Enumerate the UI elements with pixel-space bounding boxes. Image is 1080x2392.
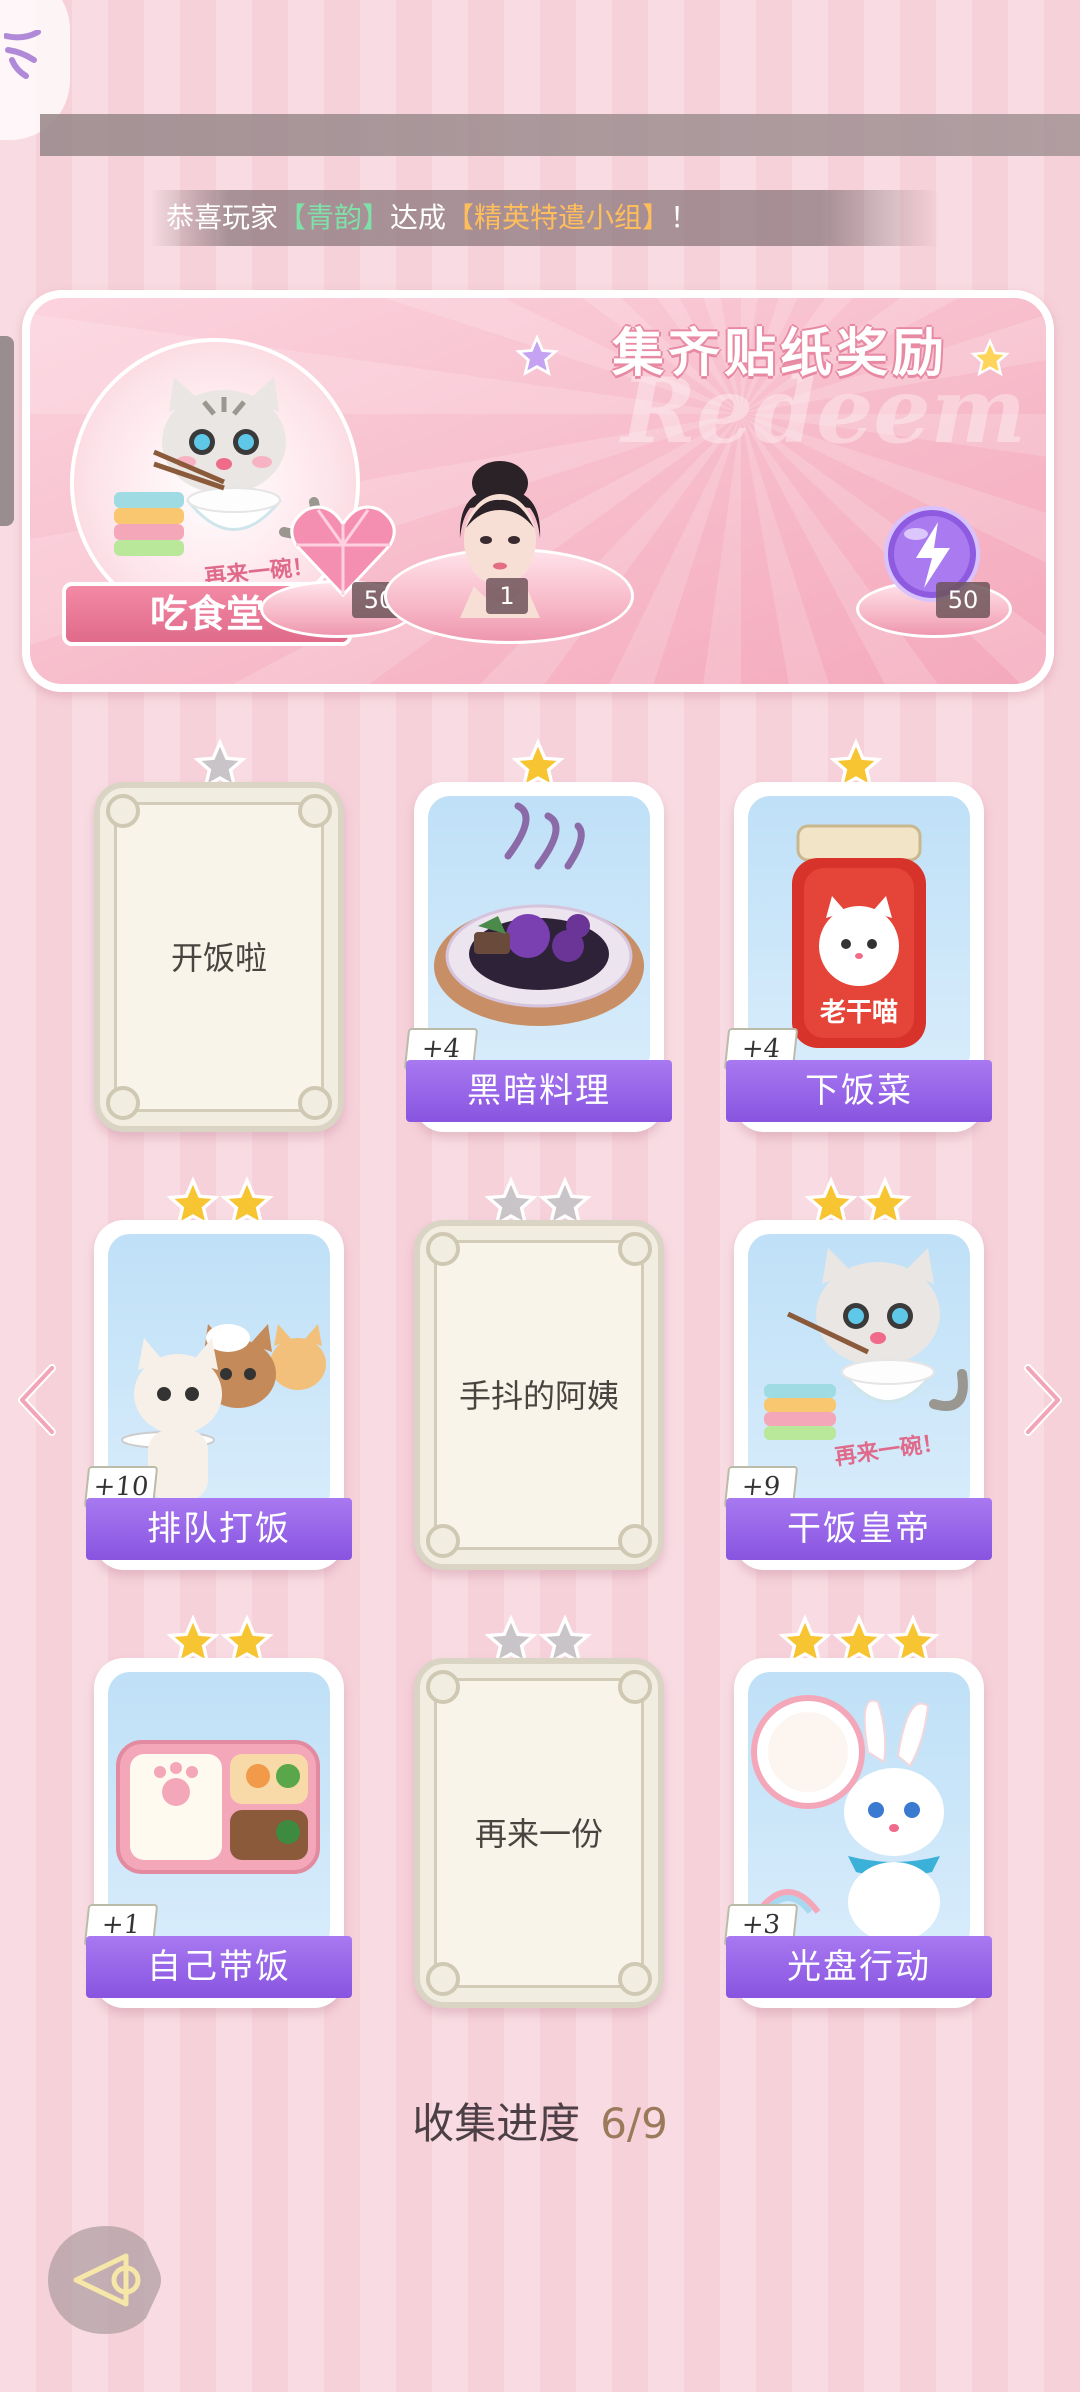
sticker-card-1[interactable]: 开饭啦 xyxy=(94,782,344,1132)
card-name: 手抖的阿姨 xyxy=(458,1377,619,1415)
top-bar xyxy=(40,114,1080,156)
frame-corner xyxy=(618,1962,652,1996)
frame-corner xyxy=(426,1670,460,1704)
sticker-card-4[interactable]: +10 排队打饭 xyxy=(83,1220,352,1570)
frame-corner xyxy=(426,1524,460,1558)
broadcast-banner: 恭喜玩家【青韵】达成【精英特遣小组】！ xyxy=(150,190,940,246)
card-name: 再来一份 xyxy=(474,1815,603,1853)
card-name: 下饭菜 xyxy=(726,1060,992,1122)
card-name: 光盘行动 xyxy=(726,1936,992,1998)
sticker-card-9[interactable]: +3 光盘行动 xyxy=(723,1658,992,2008)
prev-page-arrow-icon[interactable] xyxy=(12,1360,62,1440)
menu-icon xyxy=(4,30,41,79)
frame-corner xyxy=(618,1524,652,1558)
card-name: 排队打饭 xyxy=(86,1498,352,1560)
sticker-card-2[interactable]: +4 黑暗料理 xyxy=(403,782,672,1132)
broadcast-suffix: ！ xyxy=(670,201,699,234)
broadcast-achievement: 【精英特遣小组】 xyxy=(446,201,671,234)
card-name: 干饭皇帝 xyxy=(726,1498,992,1560)
yellow-star-icon xyxy=(970,338,1010,377)
sticker-card-7[interactable]: +1 自己带饭 xyxy=(83,1658,352,2008)
frame-corner xyxy=(298,1086,332,1120)
frame-corner xyxy=(106,794,140,828)
broadcast-middle: 达成 xyxy=(390,201,447,234)
card-name: 开饭啦 xyxy=(170,939,267,977)
purple-star-icon xyxy=(515,334,559,376)
frame-corner xyxy=(106,1086,140,1120)
reward-count-2: 1 xyxy=(486,578,528,614)
frame-corner xyxy=(618,1232,652,1266)
back-button-icon[interactable] xyxy=(46,2220,166,2340)
frame-corner xyxy=(618,1670,652,1704)
sticker-card-5[interactable]: 手抖的阿姨 xyxy=(414,1220,664,1570)
sticker-card-6[interactable]: 再来一碗！ +9 干饭皇帝 xyxy=(723,1220,992,1570)
sticker-card-3[interactable]: 老干喵 +4 下饭菜 xyxy=(723,782,992,1132)
side-drawer-tab[interactable] xyxy=(0,336,14,526)
sticker-card-8[interactable]: 再来一份 xyxy=(414,1658,664,2008)
progress-label: 收集进度 xyxy=(412,2099,581,2148)
broadcast-prefix: 恭喜玩家 xyxy=(166,201,279,234)
reward-title: 集齐贴纸奖励 xyxy=(611,324,948,384)
frame-corner xyxy=(426,1232,460,1266)
reward-count-3: 50 xyxy=(936,582,990,618)
card-name: 黑暗料理 xyxy=(406,1060,672,1122)
progress-value: 6/9 xyxy=(600,2099,668,2148)
next-page-arrow-icon[interactable] xyxy=(1018,1360,1068,1440)
broadcast-player: 【青韵】 xyxy=(278,201,391,234)
collection-progress: 收集进度 6/9 xyxy=(0,2090,1080,2151)
jar-label: 老干喵 xyxy=(819,998,898,1028)
reward-panel: Redeem 集齐贴纸奖励 再来一碗！ 吃食堂 50 1 50 xyxy=(22,290,1054,692)
frame-corner xyxy=(298,794,332,828)
card-name: 自己带饭 xyxy=(86,1936,352,1998)
frame-corner xyxy=(426,1962,460,1996)
